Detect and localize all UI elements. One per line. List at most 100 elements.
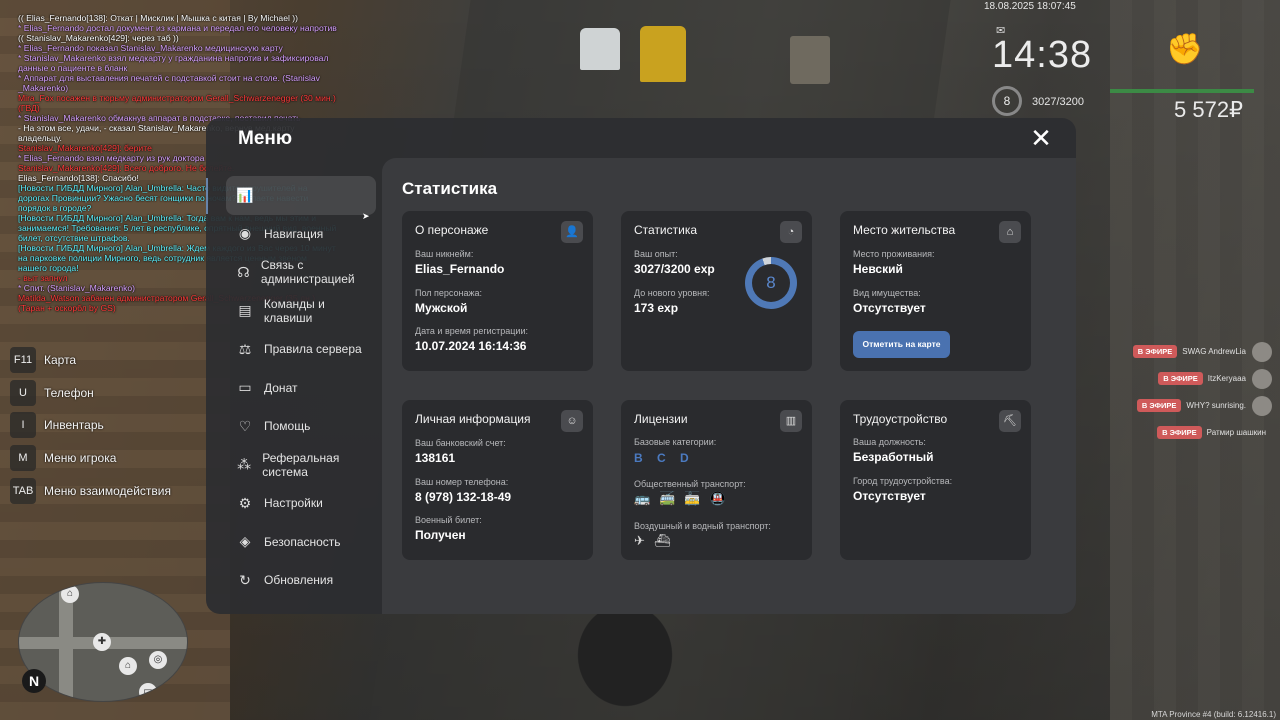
card-title: Трудоустройство <box>853 412 948 426</box>
nav-label: Правила сервера <box>264 342 362 357</box>
avatar <box>1252 368 1272 389</box>
registration-label: Дата и время регистрации: <box>415 326 528 336</box>
car-icon: ▭ <box>139 683 157 701</box>
nav-item-help[interactable]: ♡ Помощь <box>226 407 376 446</box>
work-city-label: Город трудоустройства: <box>853 476 953 486</box>
nav-item-rules[interactable]: ⚖ Правила сервера <box>226 330 376 369</box>
shield-icon: ◈ <box>239 533 251 550</box>
property-value: Отсутствует <box>853 301 926 315</box>
scales-icon: ⚖ <box>238 340 252 357</box>
wallet-icon: ▭ <box>238 379 252 396</box>
hotkey-phone[interactable]: U Телефон <box>10 377 171 410</box>
nav-item-donate[interactable]: ▭ Донат <box>226 369 376 408</box>
nav-label: Реферальная система <box>262 450 340 479</box>
live-badge: В ЭФИРЕ <box>1158 372 1203 385</box>
broadcast-item: В ЭФИРЕ WHY? sunrising. <box>1133 392 1272 419</box>
card-character: О персонаже 👤 Ваш никнейм: Elias_Fernand… <box>402 211 593 371</box>
broadcaster-name: Ратмир шашкин <box>1206 428 1266 437</box>
hotkey-key: F11 <box>10 347 36 374</box>
pickaxe-icon: ⛏ <box>999 410 1021 432</box>
residence-value: Невский <box>853 262 903 276</box>
card-title: Место жительства <box>853 223 956 237</box>
live-badge: В ЭФИРЕ <box>1157 426 1202 439</box>
registration-value: 10.07.2024 16:14:36 <box>415 339 527 353</box>
north-compass-icon: N <box>22 669 46 693</box>
truck <box>790 36 830 84</box>
live-badge: В ЭФИРЕ <box>1132 345 1178 358</box>
metro-icon: 🚇 <box>709 491 726 506</box>
live-badge: В ЭФИРЕ <box>1136 399 1182 412</box>
nav-label: Настройки <box>264 496 323 511</box>
gear-icon: ⚙ <box>238 494 252 511</box>
hospital-icon: ✚ <box>93 633 111 651</box>
air-water-label: Воздушный и водный транспорт: <box>634 521 771 531</box>
card-title: О персонаже <box>415 223 489 237</box>
close-button[interactable]: ✕ <box>1030 125 1052 151</box>
card-licenses: Лицензии ▥ Базовые категории: B C D Обще… <box>621 400 812 560</box>
nav-label: Безопасность <box>264 534 341 549</box>
nav-item-settings[interactable]: ⚙ Настройки <box>226 484 376 523</box>
broadcast-item: В ЭФИРЕ Ратмир шашкин <box>1133 419 1272 446</box>
nav-label: Помощь <box>264 419 311 434</box>
nav-selection-indicator <box>206 178 208 214</box>
bank-icon: ⌂ <box>61 585 79 603</box>
hotkey-list: F11 Карта U Телефон I Инвентарь M Меню игрок… <box>10 344 171 507</box>
gender-label: Пол персонажа: <box>415 288 483 298</box>
network-icon: ⁂ <box>237 456 252 473</box>
hotkey-key: M <box>10 445 36 472</box>
ship-icon: ⛴ <box>653 533 671 548</box>
exp-label: Ваш опыт: <box>634 249 678 259</box>
residence-label: Место проживания: <box>853 249 935 259</box>
phone-value: 8 (978) 132-18-49 <box>415 490 512 504</box>
nav-item-updates[interactable]: ↻ Обновления <box>226 561 376 600</box>
avatar <box>1252 341 1272 362</box>
document-icon: ▤ <box>238 302 252 319</box>
hotkey-inventory[interactable]: I Инвентарь <box>10 409 171 442</box>
chat-message: * Аппарат для выставления печатей с подс… <box>18 73 320 93</box>
level-progress-ring: 8 <box>745 257 797 309</box>
handshake-icon: ♡ <box>238 417 252 434</box>
airplane-icon: ✈ <box>634 533 645 548</box>
house-icon: ⌂ <box>119 657 137 675</box>
hotkey-label: Карта <box>44 353 77 368</box>
hotkey-interaction-menu[interactable]: TAB Меню взаимодействия <box>10 474 171 507</box>
nav-item-referral[interactable]: ⁂ Реферальная система <box>226 446 376 485</box>
base-categories-label: Базовые категории: <box>634 437 717 447</box>
hud-datetime: 18.08.2025 18:07:45 <box>984 1 1076 12</box>
bus-icon: 🚌 <box>634 491 651 506</box>
user-icon: 👤 <box>561 221 583 243</box>
mark-on-map-button[interactable]: Отметить на карте <box>853 331 950 358</box>
public-transport-label: Общественный транспорт: <box>634 479 746 489</box>
nav-item-commands[interactable]: ▤ Команды и клавиши <box>226 292 376 331</box>
hotkey-label: Телефон <box>44 385 94 400</box>
card-title: Статистика <box>634 223 698 237</box>
license-category: B <box>634 451 644 465</box>
nav-item-statistics[interactable]: 📊 <box>226 176 376 215</box>
gender-value: Мужской <box>415 301 468 315</box>
military-value: Получен <box>415 528 466 542</box>
property-label: Вид имущества: <box>853 288 921 298</box>
health-bar <box>1110 89 1254 93</box>
chat-message: * Elias_Fernando показал Stanislav_Makar… <box>18 43 283 53</box>
air-water-icons: ✈ ⛴ <box>634 533 670 549</box>
card-residence: Место жительства ⌂ Место проживания: Нев… <box>840 211 1031 371</box>
player-character <box>565 612 685 720</box>
nav-item-security[interactable]: ◈ Безопасность <box>226 523 376 562</box>
hud-level: 8 <box>992 86 1022 116</box>
nav-item-navigation[interactable]: ◉ Навигация <box>226 215 376 254</box>
chat-message: * Stanislav_Makarenko взял медкарту у гр… <box>18 53 329 73</box>
broadcast-item: В ЭФИРЕ ItzKeryaaa <box>1133 365 1272 392</box>
card-title: Лицензии <box>634 412 688 426</box>
chat-message: * Elias_Fernando достал документ из карм… <box>18 23 337 33</box>
card-statistics: Статистика ◔ Ваш опыт: 3027/3200 exp До … <box>621 211 812 371</box>
hotkey-key: I <box>10 412 36 439</box>
compass-icon: ◉ <box>238 225 252 242</box>
hotkey-key: U <box>10 379 36 406</box>
nav-item-contact-admin[interactable]: ☊ Связь с администрацией <box>226 253 376 292</box>
hotkey-map[interactable]: F11 Карта <box>10 344 171 377</box>
phone-label: Ваш номер телефона: <box>415 477 509 487</box>
mouse-cursor-icon: ➤ <box>362 211 370 221</box>
hotkey-player-menu[interactable]: M Меню игрока <box>10 442 171 475</box>
nav-label: Донат <box>264 380 298 395</box>
target-icon: ◎ <box>149 651 167 669</box>
